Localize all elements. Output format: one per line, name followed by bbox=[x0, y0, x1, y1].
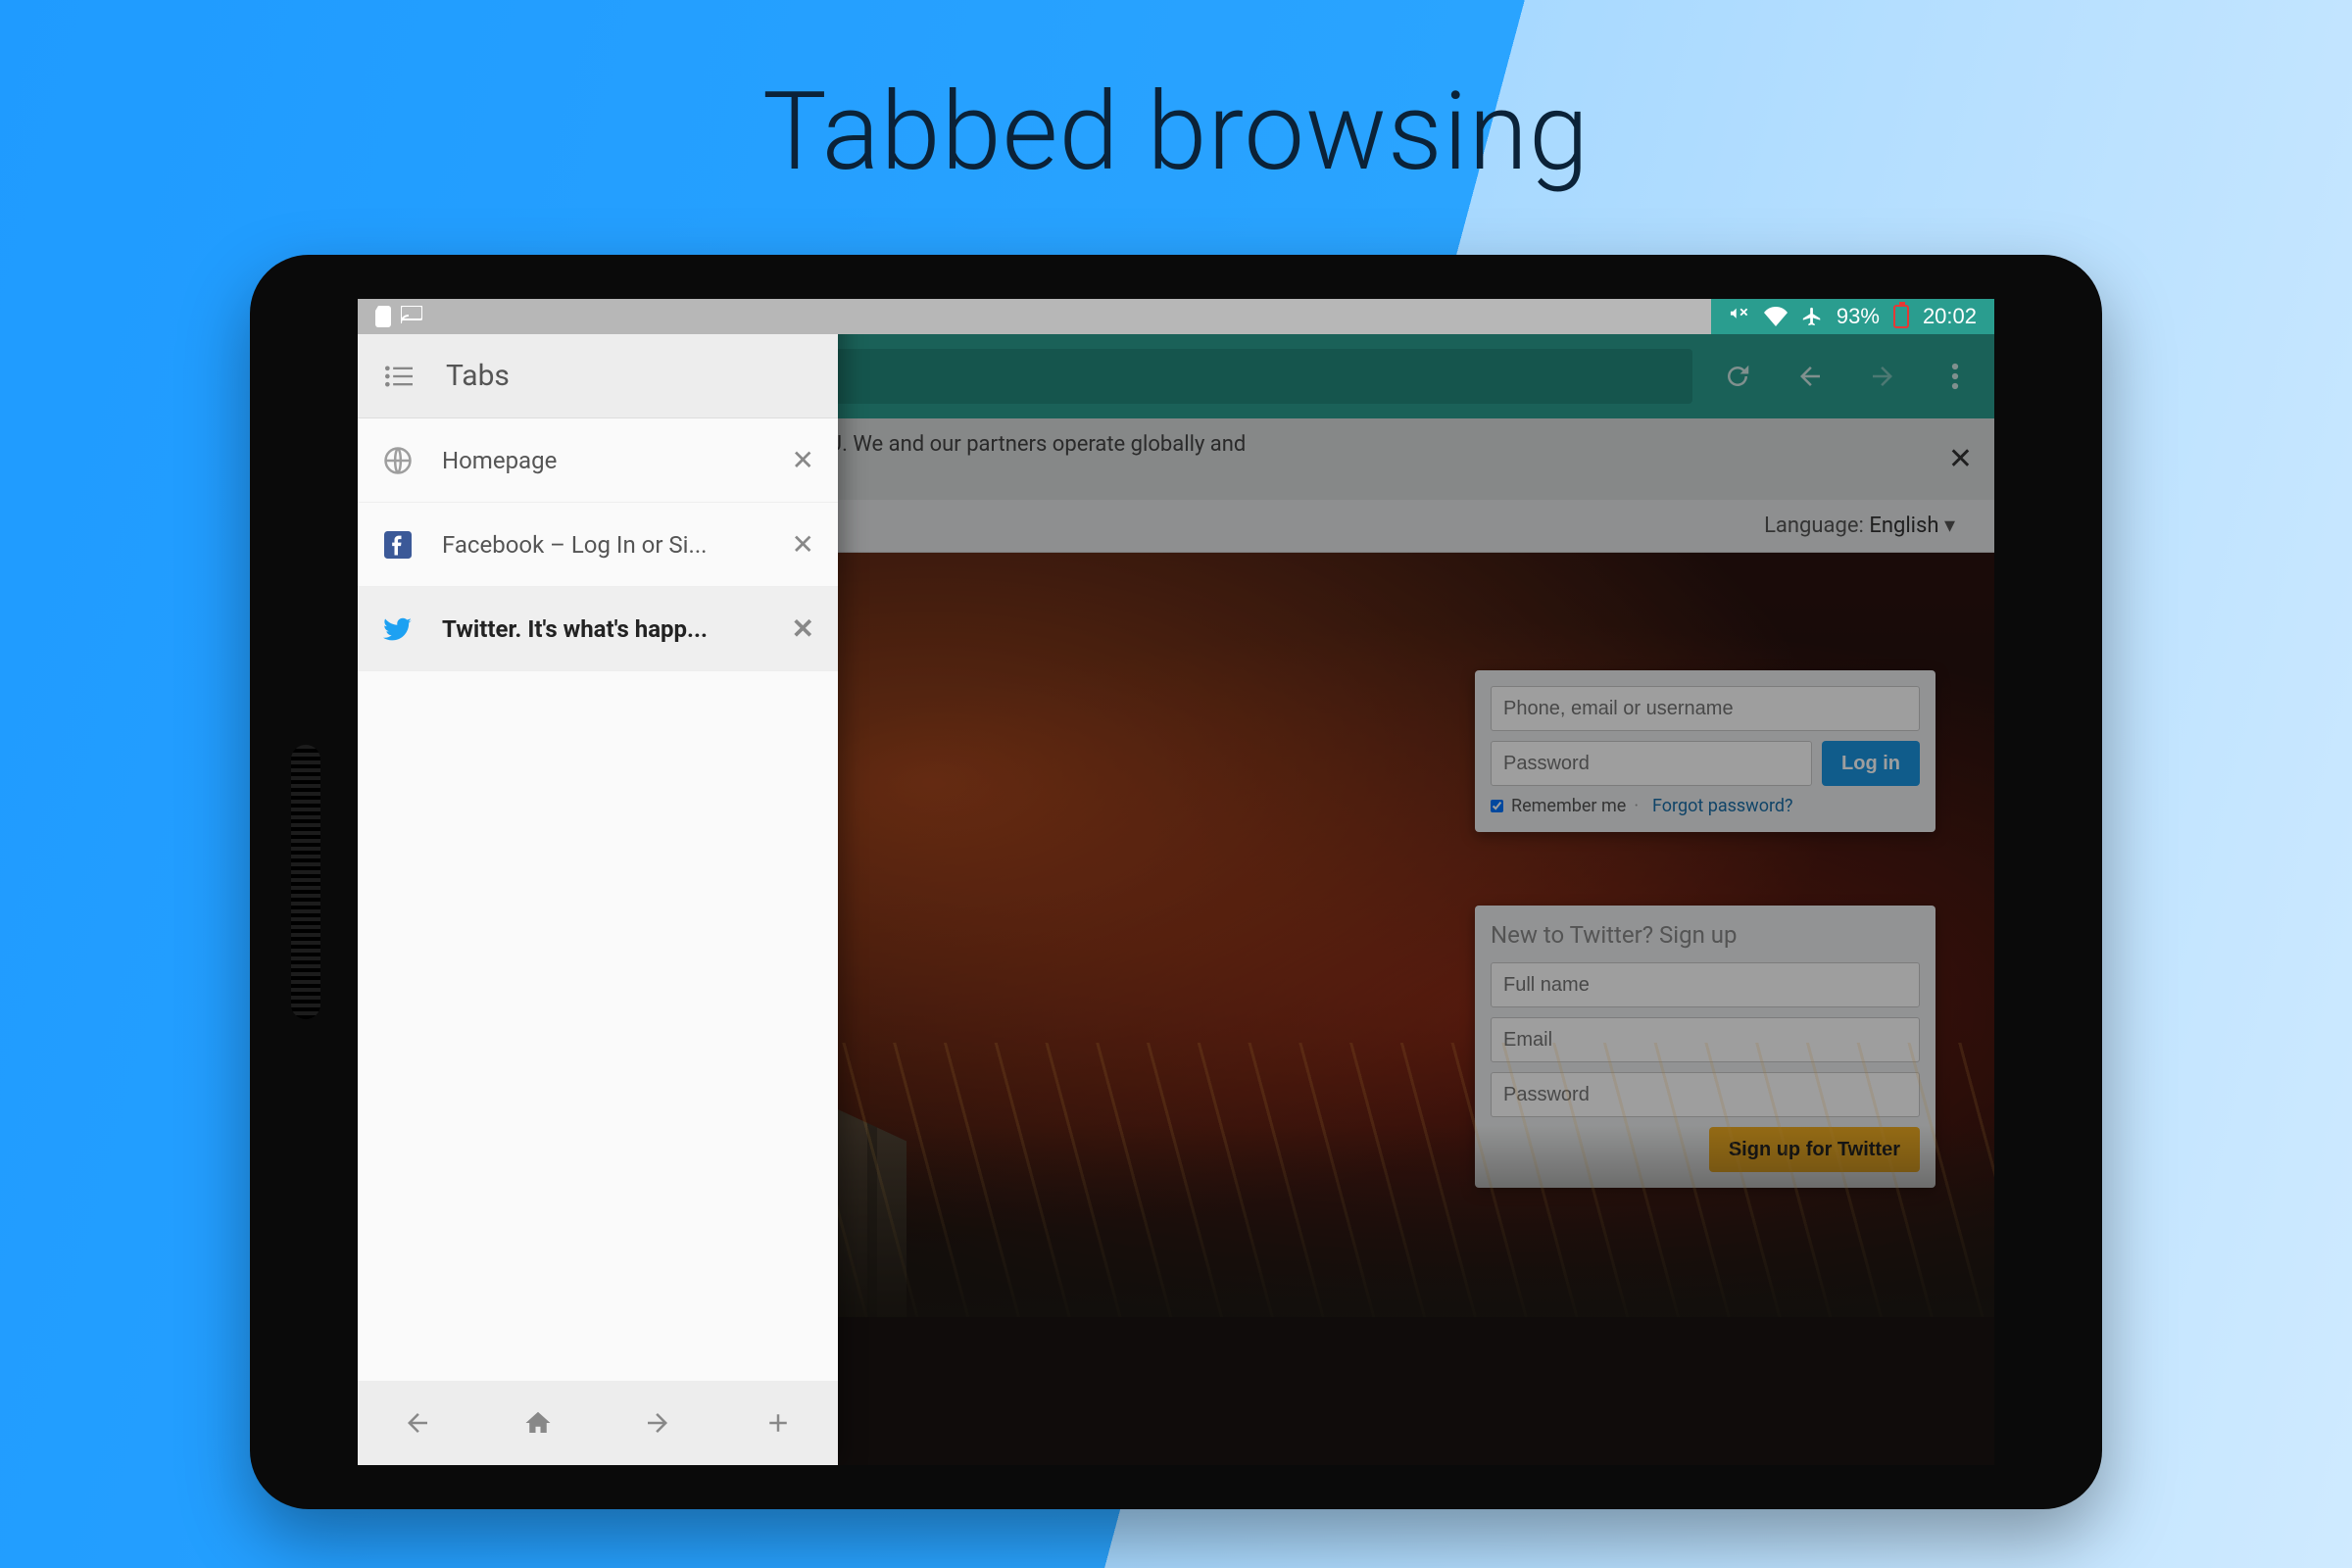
email-field[interactable] bbox=[1491, 1017, 1920, 1062]
new-tab-icon[interactable] bbox=[751, 1396, 806, 1450]
forward-icon[interactable] bbox=[1855, 349, 1910, 404]
airplane-icon bbox=[1801, 306, 1823, 327]
list-icon bbox=[385, 366, 413, 387]
battery-percent: 93% bbox=[1837, 304, 1880, 329]
browser-window: our Cookie Use and Data Transfer outside… bbox=[358, 334, 1994, 1465]
signup-button[interactable]: Sign up for Twitter bbox=[1709, 1127, 1920, 1172]
battery-icon bbox=[1893, 305, 1909, 328]
back-icon[interactable] bbox=[1783, 349, 1838, 404]
promo-headline: Tabbed browsing bbox=[0, 69, 2352, 195]
reload-icon[interactable] bbox=[1710, 349, 1765, 404]
language-value: English bbox=[1869, 514, 1938, 538]
signup-title: New to Twitter? Sign up bbox=[1491, 921, 1920, 949]
signup-password-field[interactable] bbox=[1491, 1072, 1920, 1117]
close-tab-icon[interactable]: ✕ bbox=[792, 612, 814, 645]
tab-title: Twitter. It's what's happ... bbox=[442, 615, 764, 643]
sdcard-icon bbox=[375, 306, 391, 327]
remember-checkbox[interactable] bbox=[1491, 800, 1503, 812]
tab-item-homepage[interactable]: Homepage ✕ bbox=[358, 418, 838, 503]
login-button[interactable]: Log in bbox=[1822, 741, 1920, 786]
tablet-frame: 93% 20:02 bbox=[250, 255, 2102, 1509]
mute-icon bbox=[1729, 306, 1750, 327]
close-tab-icon[interactable]: ✕ bbox=[792, 528, 814, 561]
tabs-panel: Tabs Homepage ✕ Facebook – Log bbox=[358, 334, 838, 1465]
language-label: Language: bbox=[1764, 514, 1864, 538]
forgot-password-link[interactable]: Forgot password? bbox=[1652, 796, 1793, 816]
tablet-speaker bbox=[291, 745, 320, 1019]
close-tab-icon[interactable]: ✕ bbox=[792, 444, 814, 476]
nav-forward-icon[interactable] bbox=[630, 1396, 685, 1450]
login-card: Log in Remember me · Forgot password? bbox=[1475, 670, 1936, 832]
close-icon[interactable]: ✕ bbox=[1948, 439, 1973, 479]
tab-title: Facebook – Log In or Si... bbox=[442, 531, 764, 559]
clock: 20:02 bbox=[1923, 304, 1977, 329]
overflow-menu-icon[interactable] bbox=[1928, 349, 1983, 404]
tabs-title: Tabs bbox=[446, 359, 510, 393]
tabs-header: Tabs bbox=[358, 334, 838, 418]
home-icon[interactable] bbox=[511, 1396, 565, 1450]
tab-list: Homepage ✕ Facebook – Log In or Si... ✕ bbox=[358, 418, 838, 1381]
tab-item-twitter[interactable]: Twitter. It's what's happ... ✕ bbox=[358, 587, 838, 671]
tab-title: Homepage bbox=[442, 447, 764, 474]
globe-icon bbox=[381, 444, 415, 477]
remember-label: Remember me bbox=[1511, 796, 1626, 816]
fullname-field[interactable] bbox=[1491, 962, 1920, 1007]
device-screen: 93% 20:02 bbox=[358, 299, 1994, 1465]
facebook-icon bbox=[381, 528, 415, 562]
android-status-bar: 93% 20:02 bbox=[358, 299, 1994, 334]
tab-item-facebook[interactable]: Facebook – Log In or Si... ✕ bbox=[358, 503, 838, 587]
password-field[interactable] bbox=[1491, 741, 1812, 786]
tabs-footer bbox=[358, 1381, 838, 1465]
twitter-icon bbox=[381, 612, 415, 646]
nav-back-icon[interactable] bbox=[390, 1396, 445, 1450]
signup-card: New to Twitter? Sign up Sign up for Twit… bbox=[1475, 906, 1936, 1188]
cast-icon bbox=[401, 306, 422, 327]
username-field[interactable] bbox=[1491, 686, 1920, 731]
wifi-icon bbox=[1764, 307, 1788, 326]
